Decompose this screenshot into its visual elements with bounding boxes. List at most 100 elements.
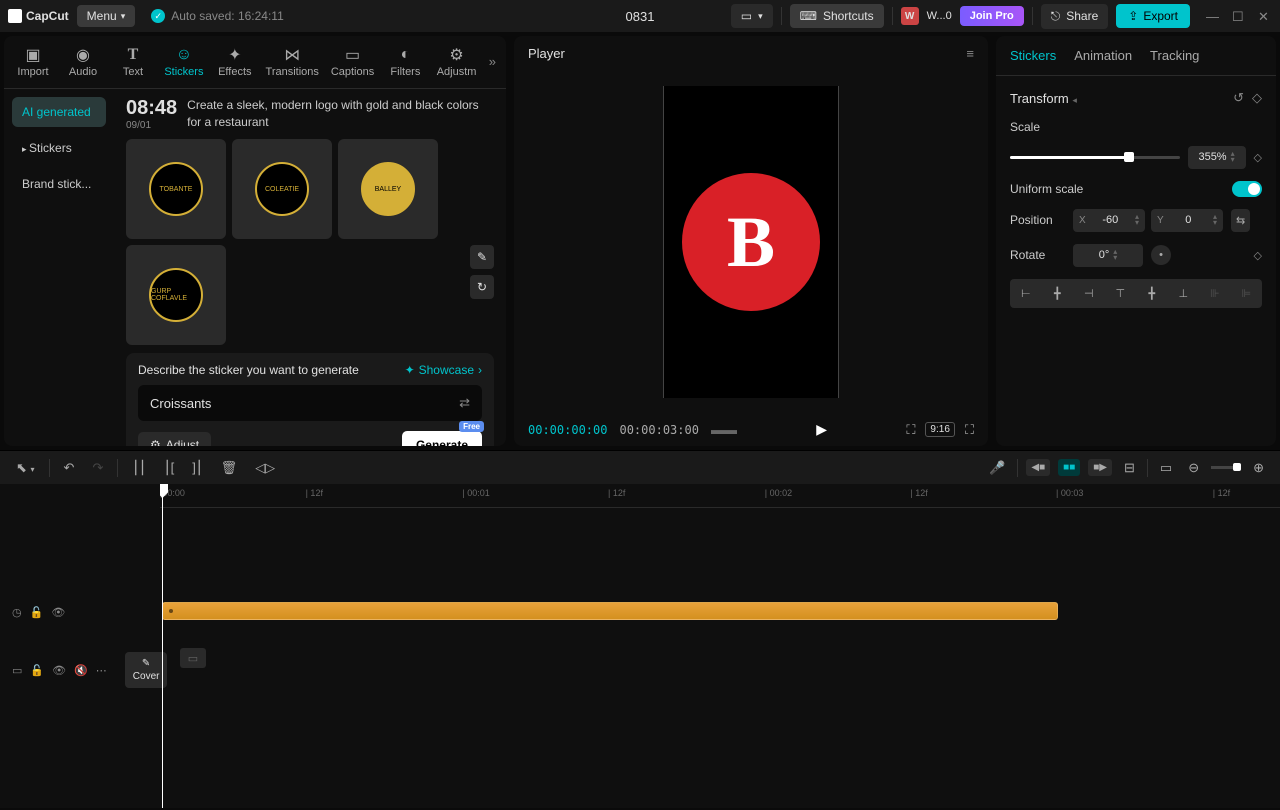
edit-generation-button[interactable]: ✎: [470, 245, 494, 269]
fullscreen-button[interactable]: ⛶: [965, 422, 974, 438]
regenerate-button[interactable]: ↻: [470, 275, 494, 299]
rotate-label: Rotate: [1010, 248, 1065, 262]
join-pro-button[interactable]: Join Pro: [960, 6, 1024, 26]
zoom-in-button[interactable]: ⊕: [1249, 456, 1268, 480]
sidebar-stickers[interactable]: Stickers: [12, 133, 106, 163]
rotate-dial[interactable]: •: [1151, 245, 1171, 265]
align-right[interactable]: ⊣: [1075, 281, 1103, 306]
more-icon[interactable]: ⋯: [96, 664, 107, 677]
import-icon: ▣: [24, 46, 42, 64]
position-y-input[interactable]: Y 0 ▴▾: [1151, 209, 1223, 232]
transform-heading: Transform ◂: [1010, 91, 1077, 106]
sticker-clip[interactable]: [162, 602, 1058, 620]
tabs-more-button[interactable]: »: [483, 42, 502, 82]
tab-captions[interactable]: ▭Captions: [325, 42, 381, 82]
split-button[interactable]: ⎮⎮: [128, 456, 150, 480]
user-avatar[interactable]: W: [901, 7, 919, 25]
stepper-icon[interactable]: ▴▾: [1231, 151, 1235, 164]
tab-adjustment[interactable]: ⚙Adjustm: [430, 42, 482, 82]
generate-button[interactable]: Free Generate: [402, 431, 482, 446]
shuffle-icon[interactable]: ⇄: [459, 395, 470, 411]
clock-icon[interactable]: ◷: [12, 606, 22, 619]
reset-button[interactable]: ↺: [1233, 90, 1244, 106]
share-button[interactable]: ⎋ Share: [1041, 4, 1109, 29]
rotate-keyframe[interactable]: ◇: [1254, 249, 1262, 262]
close-button[interactable]: ✕: [1258, 9, 1272, 23]
menu-button[interactable]: Menu ▾: [77, 5, 136, 27]
delete-button[interactable]: 🗑: [217, 456, 242, 480]
prompt-input[interactable]: Croissants ⇄: [138, 385, 482, 421]
player-viewport[interactable]: B: [514, 71, 988, 413]
sticker-track[interactable]: [160, 600, 1280, 624]
adjust-button[interactable]: ⚙ Adjust: [138, 432, 211, 446]
split-left-button[interactable]: ⎮[: [160, 456, 178, 480]
mute-icon[interactable]: 🔇: [74, 664, 88, 677]
split-right-button[interactable]: ]⎮: [188, 456, 206, 480]
timeline-ruler[interactable]: |00:00| 12f| 00:01| 12f| 00:02| 12f| 00:…: [160, 484, 1280, 508]
right-tab-tracking[interactable]: Tracking: [1150, 48, 1199, 63]
shortcuts-button[interactable]: ⌨ Shortcuts: [790, 4, 884, 28]
position-x-input[interactable]: X -60 ▴▾: [1073, 209, 1145, 232]
share-icon: ⎋: [1051, 9, 1061, 24]
mirror-button[interactable]: ◁▷: [251, 456, 279, 480]
selection-tool[interactable]: ⬉ ▾: [12, 456, 39, 480]
lock-icon[interactable]: 🔓: [30, 664, 44, 677]
magnet-right[interactable]: ■▶: [1088, 459, 1112, 476]
video-track[interactable]: ▭: [160, 646, 1280, 670]
rotate-input[interactable]: 0° ▴▾: [1073, 244, 1143, 267]
sticker-result-4[interactable]: GURP COFLAVLE: [126, 245, 226, 345]
player-menu-button[interactable]: ≡: [966, 46, 974, 61]
tab-filters[interactable]: ◐Filters: [380, 42, 430, 82]
mic-button[interactable]: 🎤: [985, 456, 1009, 480]
eye-icon[interactable]: 👁: [52, 664, 66, 677]
tab-audio[interactable]: ◉Audio: [58, 42, 108, 82]
position-link-button[interactable]: ⇆: [1231, 209, 1250, 232]
aspect-badge[interactable]: 9:16: [925, 422, 954, 437]
scale-slider[interactable]: [1010, 156, 1180, 159]
uniform-scale-toggle[interactable]: [1232, 181, 1262, 197]
zoom-slider[interactable]: [1211, 466, 1241, 469]
keyframe-button[interactable]: ◇: [1252, 90, 1262, 106]
scale-input[interactable]: 355% ▴▾: [1188, 146, 1246, 169]
align-center-v[interactable]: ╋: [1138, 281, 1166, 306]
export-button[interactable]: ⇪ Export: [1116, 4, 1190, 28]
tab-effects[interactable]: ✦Effects: [210, 42, 260, 82]
aspect-ratio-button[interactable]: ▭ ▾: [731, 4, 773, 28]
sticker-result-2[interactable]: COLEATIE: [232, 139, 332, 239]
right-tab-animation[interactable]: Animation: [1074, 48, 1132, 63]
align-left[interactable]: ⊢: [1012, 281, 1040, 306]
align-bottom[interactable]: ⊥: [1170, 281, 1198, 306]
magnet-center[interactable]: ■■: [1058, 459, 1080, 476]
magnet-left[interactable]: ◀■: [1026, 459, 1050, 476]
right-tab-stickers[interactable]: Stickers: [1010, 48, 1056, 63]
playhead[interactable]: [162, 484, 163, 808]
zoom-out-button[interactable]: ⊖: [1184, 456, 1203, 480]
sidebar-ai-generated[interactable]: AI generated: [12, 97, 106, 127]
project-title[interactable]: 0831: [626, 9, 655, 24]
sticker-result-3[interactable]: BALLEY: [338, 139, 438, 239]
align-top[interactable]: ⊤: [1107, 281, 1135, 306]
adjustment-icon: ⚙: [448, 46, 466, 64]
video-icon[interactable]: ▭: [12, 664, 22, 677]
add-media-button[interactable]: ▭: [180, 648, 206, 668]
sidebar-brand-stickers[interactable]: Brand stick...: [12, 169, 106, 199]
compare-button[interactable]: ▬▬: [711, 422, 737, 437]
tab-stickers[interactable]: ☺Stickers: [158, 42, 210, 82]
undo-button[interactable]: ↶: [60, 456, 79, 480]
sticker-result-1[interactable]: TOBANTE: [126, 139, 226, 239]
frame-capture-button[interactable]: ⛶: [906, 422, 915, 438]
preview-toggle[interactable]: ▭: [1156, 456, 1176, 480]
eye-icon[interactable]: 👁: [51, 606, 65, 619]
maximize-button[interactable]: ☐: [1232, 9, 1246, 23]
lock-icon[interactable]: 🔓: [30, 606, 44, 619]
scale-keyframe[interactable]: ◇: [1254, 151, 1262, 164]
tab-import[interactable]: ▣Import: [8, 42, 58, 82]
align-center-h[interactable]: ╋: [1044, 281, 1072, 306]
tab-transitions[interactable]: ⋈Transitions: [260, 42, 325, 82]
preview-sticker[interactable]: B: [676, 167, 826, 317]
minimize-button[interactable]: —: [1206, 9, 1220, 23]
tab-text[interactable]: TText: [108, 42, 158, 82]
play-button[interactable]: ▶: [816, 421, 827, 438]
showcase-link[interactable]: ✦ Showcase ›: [405, 363, 482, 377]
snap-button[interactable]: ⊟: [1120, 456, 1139, 480]
